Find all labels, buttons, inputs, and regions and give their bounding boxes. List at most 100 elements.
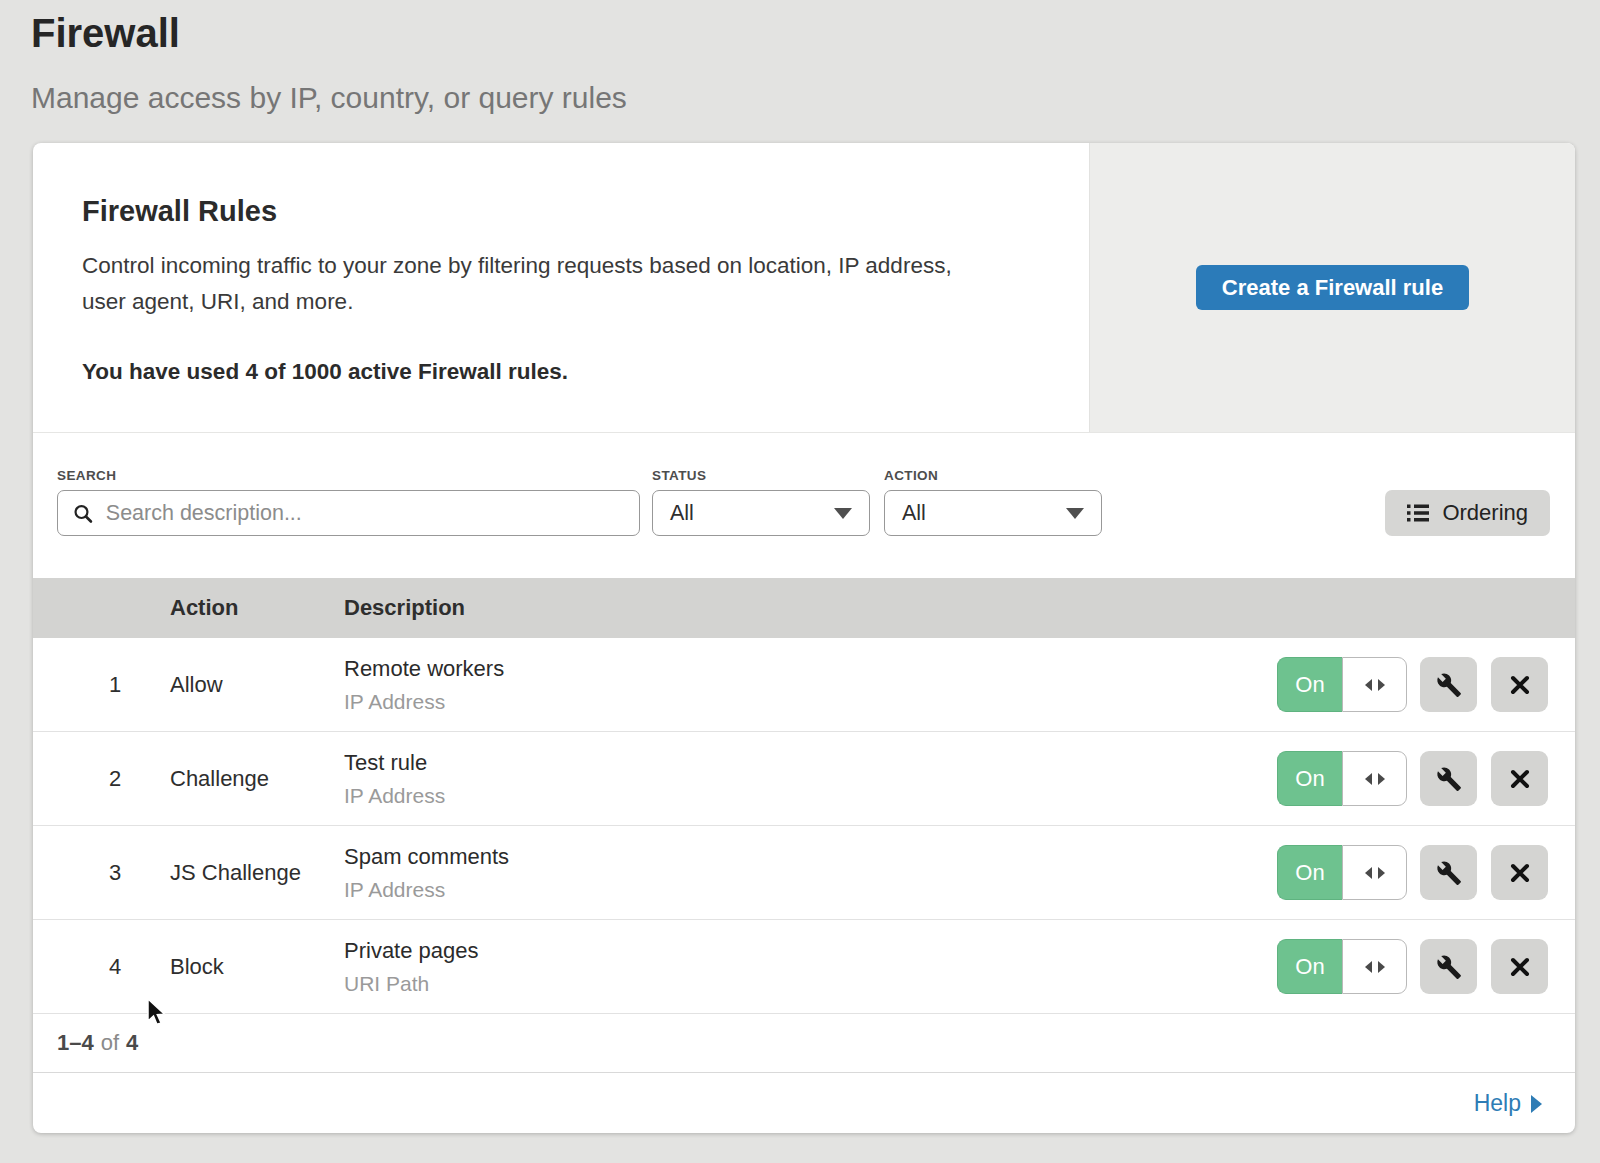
mouse-cursor (145, 997, 169, 1029)
intro-heading: Firewall Rules (82, 195, 1029, 227)
action-select[interactable]: All (884, 490, 1102, 536)
rule-controls: On (1277, 939, 1575, 994)
rule-row: 2 Challenge Test rule IP Address On (33, 732, 1575, 826)
firewall-rules-card: Firewall Rules Control incoming traffic … (33, 143, 1575, 1133)
rule-priority: 3 (33, 860, 170, 886)
help-link[interactable]: Help (1474, 1090, 1542, 1117)
page-title: Firewall (0, 0, 1600, 58)
usage-summary: You have used 4 of 1000 active Firewall … (82, 359, 1029, 385)
action-label: ACTION (884, 468, 1102, 484)
help-arrow-icon (1531, 1095, 1542, 1113)
delete-rule-button[interactable] (1491, 845, 1548, 900)
wrench-icon (1436, 860, 1462, 886)
rule-row: 4 Block Private pages URI Path On (33, 920, 1575, 1014)
edit-rule-button[interactable] (1420, 657, 1477, 712)
rule-controls: On (1277, 657, 1575, 712)
toggle-handle[interactable] (1342, 845, 1407, 900)
page-subtitle: Manage access by IP, country, or query r… (31, 82, 1600, 114)
rule-priority: 4 (33, 954, 170, 980)
edit-rule-button[interactable] (1420, 939, 1477, 994)
help-label: Help (1474, 1090, 1521, 1117)
toggle-arrows-icon (1365, 867, 1372, 879)
rule-action: Block (170, 954, 344, 980)
rule-row: 1 Allow Remote workers IP Address On (33, 638, 1575, 732)
rule-match-type: IP Address (344, 690, 1277, 714)
delete-rule-button[interactable] (1491, 751, 1548, 806)
status-select[interactable]: All (652, 490, 870, 536)
ordering-list-icon (1407, 503, 1429, 523)
edit-rule-button[interactable] (1420, 751, 1477, 806)
toggle-on-label: On (1277, 845, 1342, 900)
wrench-icon (1436, 672, 1462, 698)
status-label: STATUS (652, 468, 870, 484)
wrench-icon (1436, 954, 1462, 980)
pagination-total: 4 (126, 1030, 138, 1056)
toggle-on-label: On (1277, 657, 1342, 712)
close-icon (1510, 675, 1530, 695)
search-icon (73, 503, 93, 524)
intro-description: Control incoming traffic to your zone by… (82, 248, 967, 320)
rule-description-cell: Spam comments IP Address (344, 844, 1277, 902)
rule-action: Allow (170, 672, 344, 698)
close-icon (1510, 863, 1530, 883)
column-action: Action (170, 595, 344, 621)
rule-enabled-toggle[interactable]: On (1277, 751, 1407, 806)
rules-table-header: Action Description (33, 578, 1575, 638)
search-input[interactable] (104, 500, 624, 527)
rule-description: Private pages (344, 938, 1277, 964)
rule-priority: 2 (33, 766, 170, 792)
rule-enabled-toggle[interactable]: On (1277, 845, 1407, 900)
delete-rule-button[interactable] (1491, 657, 1548, 712)
filters-bar: SEARCH STATUS All ACTION All (33, 433, 1575, 578)
toggle-on-label: On (1277, 939, 1342, 994)
status-selected-value: All (670, 501, 694, 526)
rule-controls: On (1277, 845, 1575, 900)
rule-description: Remote workers (344, 656, 1277, 682)
pagination-of: of (101, 1030, 119, 1056)
rule-enabled-toggle[interactable]: On (1277, 939, 1407, 994)
pagination: 1–4 of 4 (33, 1014, 1575, 1073)
delete-rule-button[interactable] (1491, 939, 1548, 994)
rule-description-cell: Test rule IP Address (344, 750, 1277, 808)
toggle-handle[interactable] (1342, 939, 1407, 994)
column-description: Description (344, 595, 465, 621)
toggle-arrows-icon (1365, 773, 1372, 785)
rule-description-cell: Remote workers IP Address (344, 656, 1277, 714)
pagination-range: 1–4 (57, 1030, 94, 1056)
toggle-arrows-icon (1365, 679, 1372, 691)
rules-table-body: 1 Allow Remote workers IP Address On (33, 638, 1575, 1014)
close-icon (1510, 769, 1530, 789)
status-filter: STATUS All (652, 468, 870, 536)
create-firewall-rule-button[interactable]: Create a Firewall rule (1196, 265, 1469, 310)
search-label: SEARCH (57, 468, 640, 484)
rule-action: JS Challenge (170, 860, 344, 886)
search-filter: SEARCH (57, 468, 640, 536)
rule-row: 3 JS Challenge Spam comments IP Address … (33, 826, 1575, 920)
rule-enabled-toggle[interactable]: On (1277, 657, 1407, 712)
toggle-handle[interactable] (1342, 657, 1407, 712)
ordering-label: Ordering (1442, 500, 1528, 526)
intro-text-panel: Firewall Rules Control incoming traffic … (33, 143, 1089, 432)
rule-match-type: IP Address (344, 784, 1277, 808)
create-rule-panel: Create a Firewall rule (1089, 143, 1575, 432)
rule-action: Challenge (170, 766, 344, 792)
chevron-down-icon (1066, 508, 1084, 519)
ordering-button[interactable]: Ordering (1385, 490, 1550, 536)
action-filter: ACTION All (884, 468, 1102, 536)
chevron-down-icon (834, 508, 852, 519)
close-icon (1510, 957, 1530, 977)
edit-rule-button[interactable] (1420, 845, 1477, 900)
rule-priority: 1 (33, 672, 170, 698)
rule-match-type: IP Address (344, 878, 1277, 902)
rule-match-type: URI Path (344, 972, 1277, 996)
toggle-handle[interactable] (1342, 751, 1407, 806)
action-selected-value: All (902, 501, 926, 526)
toggle-on-label: On (1277, 751, 1342, 806)
rule-description-cell: Private pages URI Path (344, 938, 1277, 996)
search-box[interactable] (57, 490, 640, 536)
card-footer: Help (33, 1073, 1575, 1133)
rule-description: Test rule (344, 750, 1277, 776)
intro-section: Firewall Rules Control incoming traffic … (33, 143, 1575, 433)
rule-controls: On (1277, 751, 1575, 806)
rule-description: Spam comments (344, 844, 1277, 870)
